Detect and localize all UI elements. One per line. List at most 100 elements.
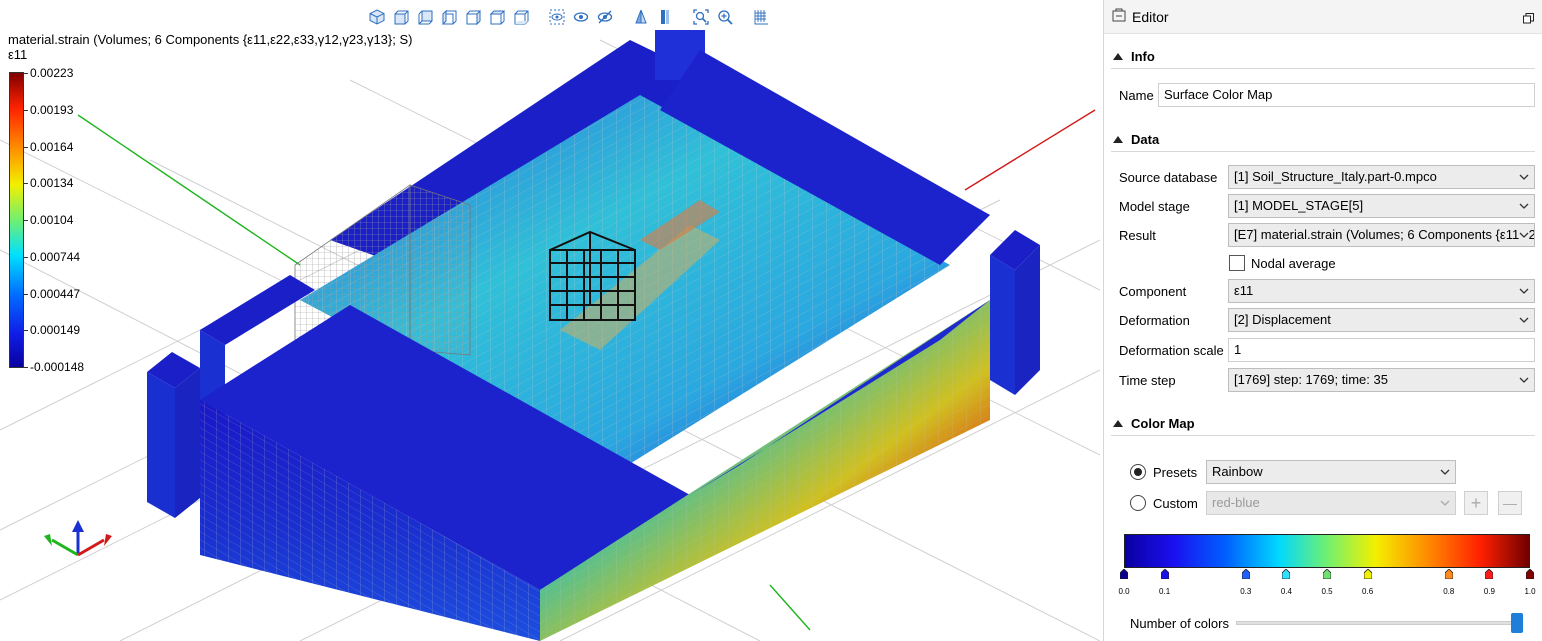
editor-icon <box>1112 8 1126 25</box>
name-label: Name <box>1119 88 1154 103</box>
presets-label: Presets <box>1153 465 1198 480</box>
show-only-icon[interactable] <box>594 6 616 28</box>
section-info-title: Info <box>1131 49 1155 64</box>
clip-icon[interactable] <box>654 6 676 28</box>
source-database-value: [1] Soil_Structure_Italy.part-0.mpco <box>1234 169 1437 184</box>
hide-icon[interactable] <box>546 6 568 28</box>
number-of-colors-label: Number of colors <box>1130 616 1229 631</box>
chevron-down-icon <box>1519 200 1529 215</box>
colormap-stop-label: 0.1 <box>1159 587 1171 596</box>
colormap-stop-marker[interactable] <box>1444 567 1454 580</box>
section-color-map-title: Color Map <box>1131 416 1195 431</box>
colormap-stop-marker[interactable] <box>1363 567 1372 580</box>
result-value: [E7] material.strain (Volumes; 6 Compone… <box>1234 227 1534 242</box>
custom-dropdown[interactable]: red-blue <box>1206 491 1456 515</box>
colormap-stop-label: 0.8 <box>1443 587 1455 596</box>
colormap-stop-label: 0.3 <box>1240 587 1252 596</box>
model-stage-label: Model stage <box>1119 199 1190 214</box>
colormap-stop-marker[interactable] <box>1119 567 1129 580</box>
section-data[interactable]: Data <box>1111 128 1535 152</box>
add-color-button[interactable]: + <box>1464 491 1488 515</box>
colormap-stop-label: 0.5 <box>1321 587 1333 596</box>
section-color-map[interactable]: Color Map <box>1111 412 1535 436</box>
remove-color-button[interactable]: — <box>1498 491 1522 515</box>
show-icon[interactable] <box>570 6 592 28</box>
colormap-stop-marker[interactable] <box>1322 567 1332 580</box>
result-label: Result <box>1119 228 1156 243</box>
nodal-average-checkbox[interactable] <box>1229 255 1245 271</box>
chevron-down-icon <box>1519 285 1529 300</box>
fem-model-scene[interactable] <box>0 0 1100 641</box>
right-tower-side-2 <box>1015 245 1040 395</box>
legend-tick-mark <box>24 146 28 148</box>
colormap-stop-marker[interactable] <box>1160 567 1169 580</box>
chevron-down-icon <box>1519 374 1529 389</box>
grid-icon[interactable] <box>750 6 772 28</box>
left-view-icon[interactable] <box>438 6 460 28</box>
remove-color-label: — <box>1503 495 1517 511</box>
time-step-label: Time step <box>1119 373 1176 388</box>
colormap-stop-label: 0.4 <box>1280 587 1292 596</box>
time-step-dropdown[interactable]: [1769] step: 1769; time: 35 <box>1228 368 1535 392</box>
zoom-fit-icon[interactable] <box>690 6 712 28</box>
iso-view-icon[interactable] <box>366 6 388 28</box>
restore-icon[interactable] <box>1523 12 1534 27</box>
name-field[interactable]: Surface Color Map <box>1158 83 1535 107</box>
axis-triad <box>44 520 112 557</box>
legend-tick-label: 0.00193 <box>30 102 74 117</box>
y-axis-line-front <box>769 584 811 631</box>
presets-value: Rainbow <box>1212 464 1263 479</box>
time-step-value: [1769] step: 1769; time: 35 <box>1234 372 1388 387</box>
collapse-arrow-icon <box>1113 53 1123 60</box>
presets-radio[interactable] <box>1130 464 1146 480</box>
colormap-stop-marker[interactable] <box>1241 567 1251 580</box>
colormap-stop-label: 1.0 <box>1524 587 1536 596</box>
model-stage-value: [1] MODEL_STAGE[5] <box>1234 198 1364 213</box>
y-axis-line <box>77 114 301 266</box>
colormap-stop-marker[interactable] <box>1281 567 1291 580</box>
colormap-preview-bar[interactable] <box>1124 534 1530 568</box>
custom-radio[interactable] <box>1130 495 1146 511</box>
legend-tick-label: -0.000148 <box>30 360 85 374</box>
deformation-dropdown[interactable]: [2] Displacement <box>1228 308 1535 332</box>
colormap-stop-label: 0.0 <box>1118 587 1130 596</box>
legend-tick-mark <box>24 183 28 185</box>
number-of-colors-slider-handle[interactable] <box>1511 613 1523 633</box>
3d-viewport[interactable]: material.strain (Volumes; 6 Components {… <box>0 0 1100 641</box>
zoom-icon[interactable] <box>714 6 736 28</box>
back-view-icon[interactable] <box>414 6 436 28</box>
top-view-icon[interactable] <box>486 6 508 28</box>
model-stage-dropdown[interactable]: [1] MODEL_STAGE[5] <box>1228 194 1535 218</box>
legend-tick-label: 0.00223 <box>30 66 74 80</box>
legend-component-label: ε11 <box>8 47 28 62</box>
right-view-icon[interactable] <box>462 6 484 28</box>
colormap-stop-marker[interactable] <box>1484 567 1494 580</box>
nodal-average-label: Nodal average <box>1251 256 1336 271</box>
deformation-label: Deformation <box>1119 313 1190 328</box>
wireframe-wall-2 <box>409 184 471 356</box>
colormap-stop-label: 0.6 <box>1362 587 1374 596</box>
source-database-dropdown[interactable]: [1] Soil_Structure_Italy.part-0.mpco <box>1228 165 1535 189</box>
legend-color-bar <box>9 72 24 368</box>
deformation-scale-field[interactable]: 1 <box>1228 338 1535 362</box>
corner-block-side <box>147 372 175 518</box>
result-dropdown[interactable]: [E7] material.strain (Volumes; 6 Compone… <box>1228 223 1535 247</box>
section-info[interactable]: Info <box>1111 45 1535 69</box>
front-view-icon[interactable] <box>390 6 412 28</box>
custom-value: red-blue <box>1212 495 1260 510</box>
presets-dropdown[interactable]: Rainbow <box>1206 460 1456 484</box>
add-color-label: + <box>1470 492 1482 513</box>
custom-label: Custom <box>1153 496 1198 511</box>
legend-tick-mark <box>24 109 28 111</box>
colormap-stop-marker[interactable] <box>1525 567 1535 580</box>
number-of-colors-slider-track[interactable] <box>1236 621 1519 625</box>
component-dropdown[interactable]: ε11 <box>1228 279 1535 303</box>
section-data-title: Data <box>1131 132 1160 147</box>
bottom-view-icon[interactable] <box>510 6 532 28</box>
cut-plane-icon[interactable] <box>630 6 652 28</box>
legend-tick-mark <box>24 220 28 221</box>
collapse-arrow-icon <box>1113 136 1123 143</box>
source-database-label: Source database <box>1119 170 1218 185</box>
component-label: Component <box>1119 284 1187 299</box>
legend-tick-label: 0.00134 <box>30 176 74 191</box>
